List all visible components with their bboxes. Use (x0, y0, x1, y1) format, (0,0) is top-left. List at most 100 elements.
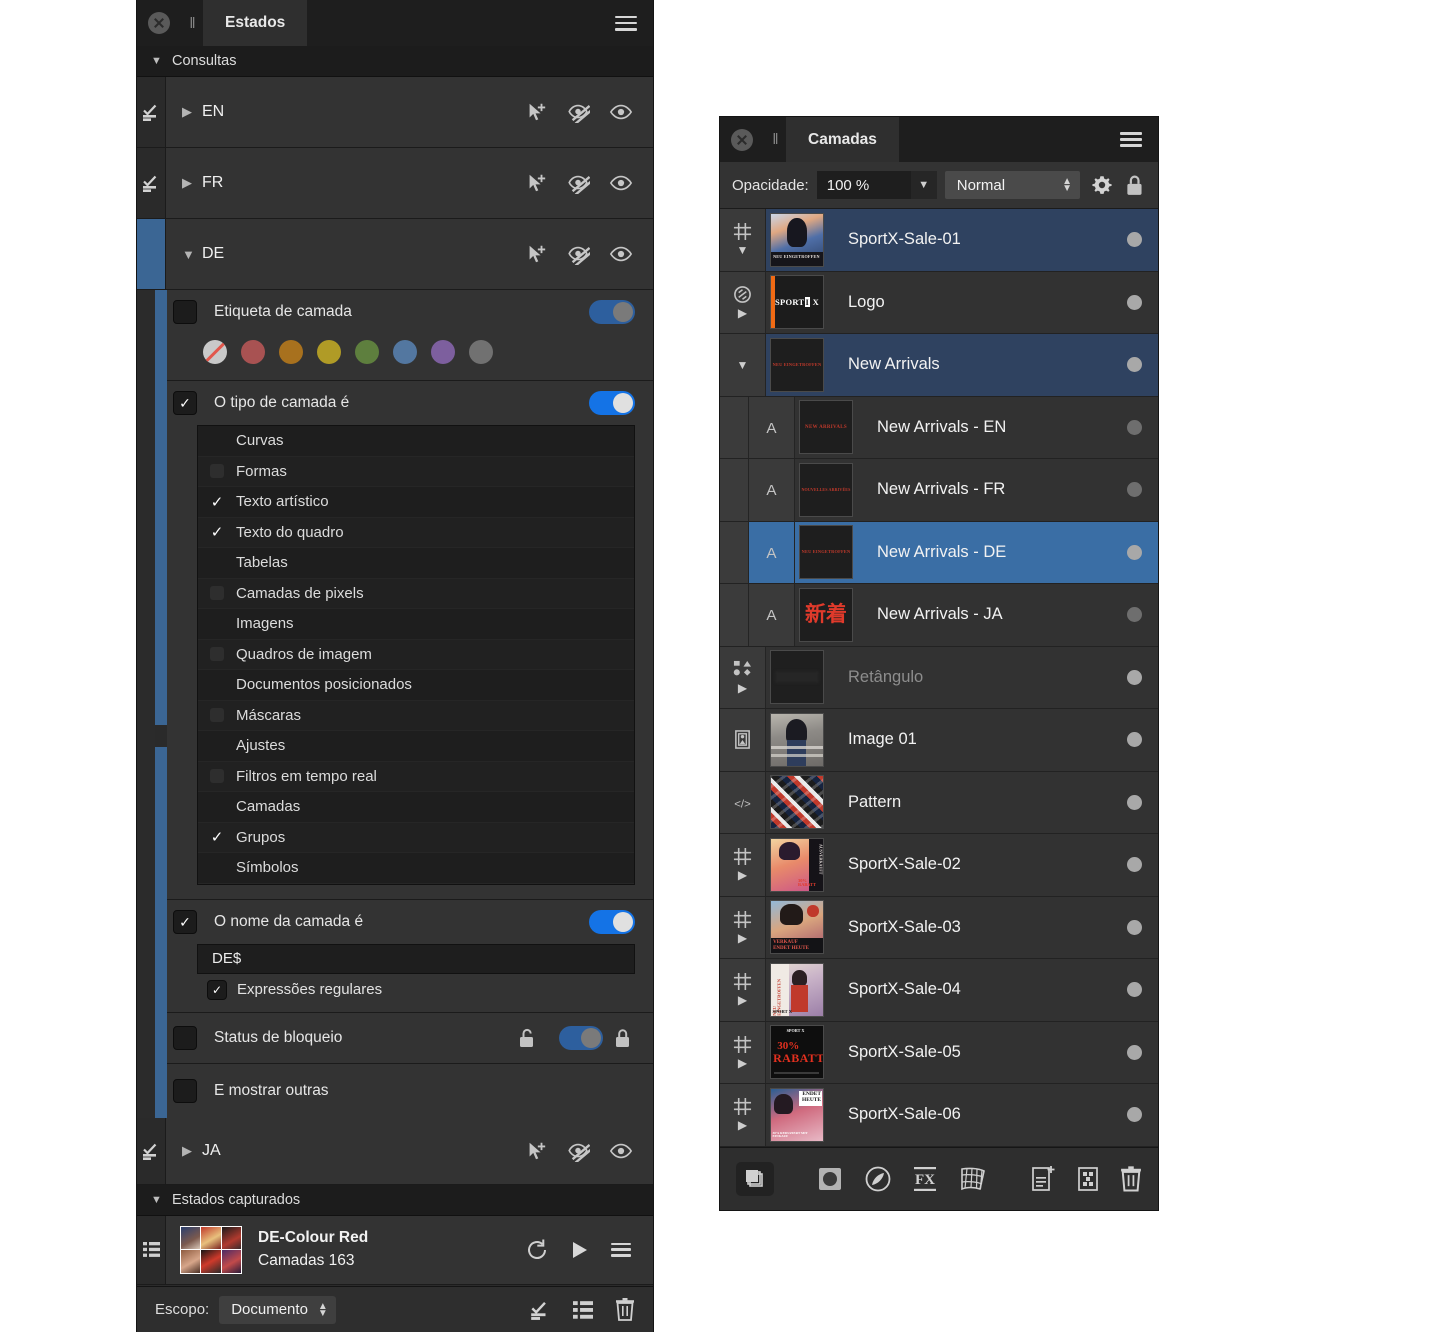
eye-icon[interactable] (609, 103, 633, 121)
layer-kind-cell[interactable]: A (749, 459, 795, 521)
scope-select[interactable]: Documento ▲ ▼ (219, 1295, 336, 1324)
layer-type-option[interactable]: ✓ Texto artístico (198, 487, 634, 518)
checkbox-empty-icon[interactable] (198, 708, 236, 723)
camadas-menu-button[interactable] (1104, 117, 1158, 162)
layer-row[interactable]: A NEU EINGETROFFEN New Arrivals - DE (720, 521, 1158, 584)
swatch-red[interactable] (241, 340, 265, 364)
query-row-ja-body[interactable]: ▶ JA (166, 1118, 653, 1184)
chevron-down-icon[interactable]: ▼ (182, 247, 195, 262)
layer-kind-cell[interactable]: ▶ (720, 896, 766, 958)
condition-layer-name-head[interactable]: ✓ O nome da camada é (167, 900, 653, 944)
layer-kind-cell[interactable]: ▶ (720, 1084, 766, 1146)
checkbox-empty-icon[interactable] (198, 769, 236, 784)
layer-visibility-toggle[interactable] (1110, 522, 1158, 584)
layer-name[interactable]: SportX-Sale-04 (828, 959, 1110, 1021)
chevron-right-icon[interactable]: ▶ (738, 1118, 747, 1132)
condition-layer-name-checkbox[interactable]: ✓ (173, 909, 197, 934)
layer-visibility-toggle[interactable] (1110, 584, 1158, 646)
layer-kind-cell[interactable]: A (749, 521, 795, 583)
layer-type-option[interactable]: ✓ Grupos (198, 822, 634, 853)
layer-row[interactable]: ▶ VERKAUF ENDET HEUTE SportX-Sale-03 (720, 896, 1158, 959)
chevron-right-icon[interactable]: ▶ (738, 993, 747, 1007)
layer-row[interactable]: A 新着 New Arrivals - JA (720, 584, 1158, 647)
layer-kind-cell[interactable]: ▼ (720, 334, 766, 396)
layer-kind-cell[interactable]: ▶ (720, 646, 766, 708)
check-icon[interactable]: ✓ (198, 493, 236, 511)
layer-type-option[interactable]: Tabelas (198, 548, 634, 579)
query-row-en-body[interactable]: ▶ EN (166, 77, 653, 147)
query-row-de-body[interactable]: ▼ DE (166, 219, 653, 289)
chevron-right-icon[interactable]: ▶ (738, 306, 747, 320)
add-effects-button[interactable]: FX (912, 1165, 938, 1193)
layer-name[interactable]: SportX-Sale-02 (828, 834, 1110, 896)
swatch-yellow[interactable] (317, 340, 341, 364)
layer-visibility-toggle[interactable] (1110, 209, 1158, 271)
check-icon[interactable]: ✓ (198, 828, 236, 846)
captured-state-menu-icon[interactable] (611, 1242, 631, 1257)
condition-lock-status-checkbox[interactable] (173, 1025, 197, 1050)
layer-kind-cell[interactable]: A (749, 584, 795, 646)
layer-visibility-toggle[interactable] (1110, 272, 1158, 334)
select-add-cursor-icon[interactable] (525, 172, 547, 194)
close-panel-button[interactable] (720, 117, 764, 162)
close-panel-button[interactable] (137, 0, 181, 46)
select-add-cursor-icon[interactable] (525, 243, 547, 265)
chevron-down-icon[interactable]: ▼ (737, 243, 749, 257)
add-adjustment-button[interactable] (864, 1165, 892, 1193)
estados-menu-button[interactable] (599, 0, 653, 46)
panel-drag-handle-icon[interactable]: ‖ (181, 0, 203, 46)
layer-kind-cell[interactable]: ▶ (720, 271, 766, 333)
query-row-de[interactable]: ▼ DE (137, 219, 653, 290)
layer-visibility-toggle[interactable] (1110, 772, 1158, 834)
eye-slash-icon[interactable] (566, 243, 590, 265)
layer-name[interactable]: Image 01 (828, 709, 1110, 771)
layer-visibility-toggle[interactable] (1110, 834, 1158, 896)
layer-type-option[interactable]: Formas (198, 456, 634, 487)
layer-kind-cell[interactable]: ▼ (720, 209, 766, 271)
layer-row[interactable]: Image 01 (720, 709, 1158, 772)
eye-slash-icon[interactable] (566, 172, 590, 194)
layer-visibility-toggle[interactable] (1110, 959, 1158, 1021)
layer-name[interactable]: SportX-Sale-05 (828, 1022, 1110, 1084)
layer-row[interactable]: A NOUVELLES ARRIVÉES New Arrivals - FR (720, 459, 1158, 522)
layer-name[interactable]: Logo (828, 272, 1110, 334)
layer-name[interactable]: New Arrivals - JA (857, 584, 1110, 646)
condition-layer-type-toggle[interactable] (589, 391, 635, 415)
opacity-input[interactable]: 100 % (816, 171, 911, 199)
layer-kind-cell[interactable]: A (749, 396, 795, 458)
layer-type-option[interactable]: Imagens (198, 609, 634, 640)
layer-name[interactable]: Pattern (828, 772, 1110, 834)
layer-kind-cell[interactable] (720, 709, 766, 771)
chevron-right-icon[interactable]: ▶ (738, 868, 747, 882)
condition-layer-label-toggle[interactable] (589, 300, 635, 324)
select-add-cursor-icon[interactable] (525, 101, 547, 123)
layer-row[interactable]: ▶ AUSVERKAUFT 30% RABATT SportX-Sale-02 (720, 834, 1158, 897)
section-header-estados-capturados[interactable]: ▼ Estados capturados (137, 1184, 653, 1216)
layer-row[interactable]: ▶ SPORTI X Logo (720, 271, 1158, 334)
add-mask-button[interactable] (816, 1166, 844, 1192)
check-icon[interactable]: ✓ (198, 523, 236, 541)
layer-name[interactable]: Retângulo (828, 647, 1110, 709)
layer-name[interactable]: SportX-Sale-03 (828, 897, 1110, 959)
query-state-icon-de[interactable] (137, 219, 166, 289)
swatch-green[interactable] (355, 340, 379, 364)
query-row-ja[interactable]: ▶ JA (137, 1117, 653, 1185)
layer-type-option[interactable]: Curvas (198, 426, 634, 457)
layer-type-option[interactable]: Camadas de pixels (198, 578, 634, 609)
layer-row[interactable]: ▶ SPORT X 30% RABATT SportX-Sale-05 (720, 1021, 1158, 1084)
group-layers-button[interactable] (736, 1161, 774, 1196)
chevron-right-icon[interactable]: ▶ (182, 104, 194, 120)
chevron-right-icon[interactable]: ▶ (738, 1056, 747, 1070)
layer-type-option[interactable]: Quadros de imagem (198, 639, 634, 670)
layer-row[interactable]: ▶ Retângulo (720, 646, 1158, 709)
query-state-icon-fr[interactable] (137, 148, 166, 218)
add-state-icon[interactable] (529, 1299, 551, 1321)
layer-kind-cell[interactable]: ▶ (720, 959, 766, 1021)
layer-visibility-toggle[interactable] (1110, 647, 1158, 709)
condition-layer-label-checkbox[interactable] (173, 300, 197, 324)
checkbox-empty-icon[interactable] (198, 586, 236, 601)
play-icon[interactable] (571, 1240, 589, 1260)
layer-name-input[interactable]: DE$ (197, 943, 635, 974)
layer-row[interactable]: ▶ NEU EINGETROFFEN SPORT X SportX-Sale-04 (720, 959, 1158, 1022)
layer-visibility-toggle[interactable] (1110, 1022, 1158, 1084)
